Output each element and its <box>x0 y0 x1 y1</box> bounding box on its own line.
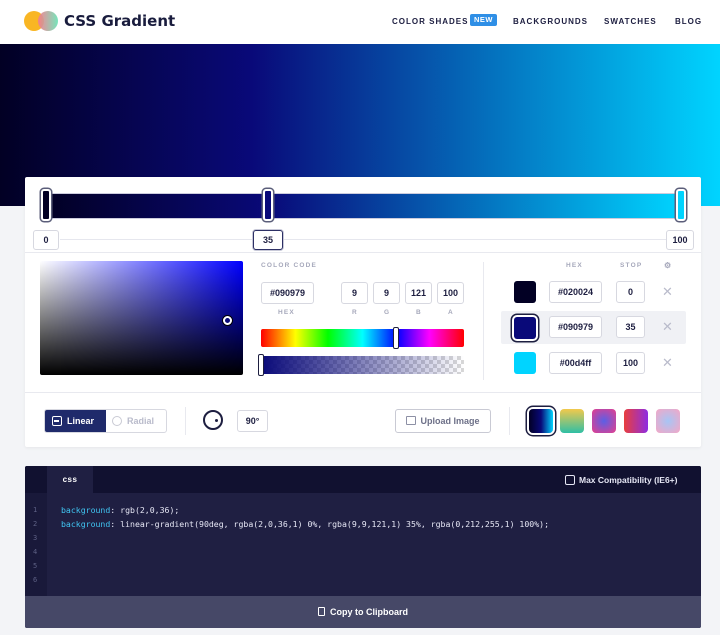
nav-color-shades[interactable]: COLOR SHADES <box>392 17 468 26</box>
preset-5[interactable] <box>656 409 680 433</box>
b-input[interactable]: 121 <box>405 282 432 304</box>
stop-hex-100[interactable]: #00d4ff <box>549 352 602 374</box>
hex-header: HEX <box>566 262 583 269</box>
stop-swatch-0[interactable] <box>514 281 536 303</box>
radial-icon <box>112 416 122 426</box>
stop-position-100[interactable]: 100 <box>616 352 645 374</box>
saturation-knob[interactable] <box>223 316 232 325</box>
preset-2[interactable] <box>560 409 584 433</box>
divider <box>25 392 701 393</box>
angle-input[interactable]: 90° <box>237 410 268 432</box>
code-panel: css Max Compatibility (IE6+) 1 2 3 4 5 6… <box>25 466 701 628</box>
line-number: 1 <box>33 506 38 514</box>
copy-icon <box>318 607 325 616</box>
nav-swatches[interactable]: SWATCHES <box>604 17 657 26</box>
line-number: 6 <box>33 576 38 584</box>
image-icon <box>406 416 417 425</box>
alpha-handle[interactable] <box>258 354 264 376</box>
header: CSS Gradient COLOR SHADES NEW BACKGROUND… <box>0 0 720 44</box>
g-input[interactable]: 9 <box>373 282 400 304</box>
hex-input[interactable]: #090979 <box>261 282 314 304</box>
divider <box>509 407 510 435</box>
stop-handle-35[interactable] <box>263 189 273 221</box>
nav-blog[interactable]: BLOG <box>675 17 702 26</box>
a-label: A <box>448 309 454 316</box>
color-code-label: COLOR CODE <box>261 262 318 269</box>
logo-icon[interactable] <box>24 11 58 31</box>
gradient-type-toggle: Linear Radial <box>44 409 167 433</box>
line-number: 3 <box>33 534 38 542</box>
linear-icon <box>52 416 62 426</box>
a-input[interactable]: 100 <box>437 282 464 304</box>
alpha-slider[interactable] <box>261 356 464 374</box>
line-number: 2 <box>33 520 38 528</box>
stop-header: STOP <box>620 262 643 269</box>
r-label: R <box>352 309 358 316</box>
stop-label-100[interactable]: 100 <box>666 230 694 250</box>
brand-title[interactable]: CSS Gradient <box>64 12 175 30</box>
stop-swatch-100[interactable] <box>514 352 536 374</box>
b-label: B <box>416 309 422 316</box>
g-label: G <box>384 309 391 316</box>
hex-label: HEX <box>278 309 295 316</box>
saturation-picker[interactable] <box>40 261 243 375</box>
stop-handle-100[interactable] <box>676 189 686 221</box>
stop-label-0[interactable]: 0 <box>33 230 59 250</box>
close-icon[interactable]: ✕ <box>662 285 673 298</box>
divider <box>483 262 484 380</box>
preset-4[interactable] <box>624 409 648 433</box>
preset-3[interactable] <box>592 409 616 433</box>
hue-handle[interactable] <box>393 327 399 349</box>
upload-image-button[interactable]: Upload Image <box>395 409 491 433</box>
hue-slider[interactable] <box>261 329 464 347</box>
close-icon[interactable]: ✕ <box>662 320 673 333</box>
stop-handle-0[interactable] <box>41 189 51 221</box>
stop-track <box>60 239 666 240</box>
close-icon[interactable]: ✕ <box>662 356 673 369</box>
stop-position-35[interactable]: 35 <box>616 316 645 338</box>
line-number: 5 <box>33 562 38 570</box>
stop-position-0[interactable]: 0 <box>616 281 645 303</box>
line-number: 4 <box>33 548 38 556</box>
copy-to-clipboard-button[interactable]: Copy to Clipboard <box>25 596 701 628</box>
settings-icon[interactable]: ⚙ <box>664 261 672 270</box>
nav-backgrounds[interactable]: BACKGROUNDS <box>513 17 588 26</box>
linear-button[interactable]: Linear <box>45 410 106 432</box>
checkbox[interactable] <box>565 475 575 485</box>
code-line-2[interactable]: background: linear-gradient(90deg, rgba(… <box>61 519 549 529</box>
stop-hex-35[interactable]: #090979 <box>549 316 602 338</box>
preset-1[interactable] <box>529 409 553 433</box>
stop-hex-0[interactable]: #020024 <box>549 281 602 303</box>
code-line-1[interactable]: background: rgb(2,0,36); <box>61 505 179 515</box>
tab-css[interactable]: css <box>47 466 93 493</box>
gradient-bar[interactable] <box>45 193 682 219</box>
angle-dial-icon[interactable] <box>203 410 223 430</box>
max-compat-toggle[interactable]: Max Compatibility (IE6+) <box>565 475 677 485</box>
new-badge: NEW <box>470 14 497 26</box>
stop-swatch-35[interactable] <box>514 317 536 339</box>
r-input[interactable]: 9 <box>341 282 368 304</box>
radial-button[interactable]: Radial <box>106 410 166 432</box>
stop-label-35[interactable]: 35 <box>253 230 283 250</box>
divider <box>25 252 701 253</box>
divider <box>185 407 186 435</box>
